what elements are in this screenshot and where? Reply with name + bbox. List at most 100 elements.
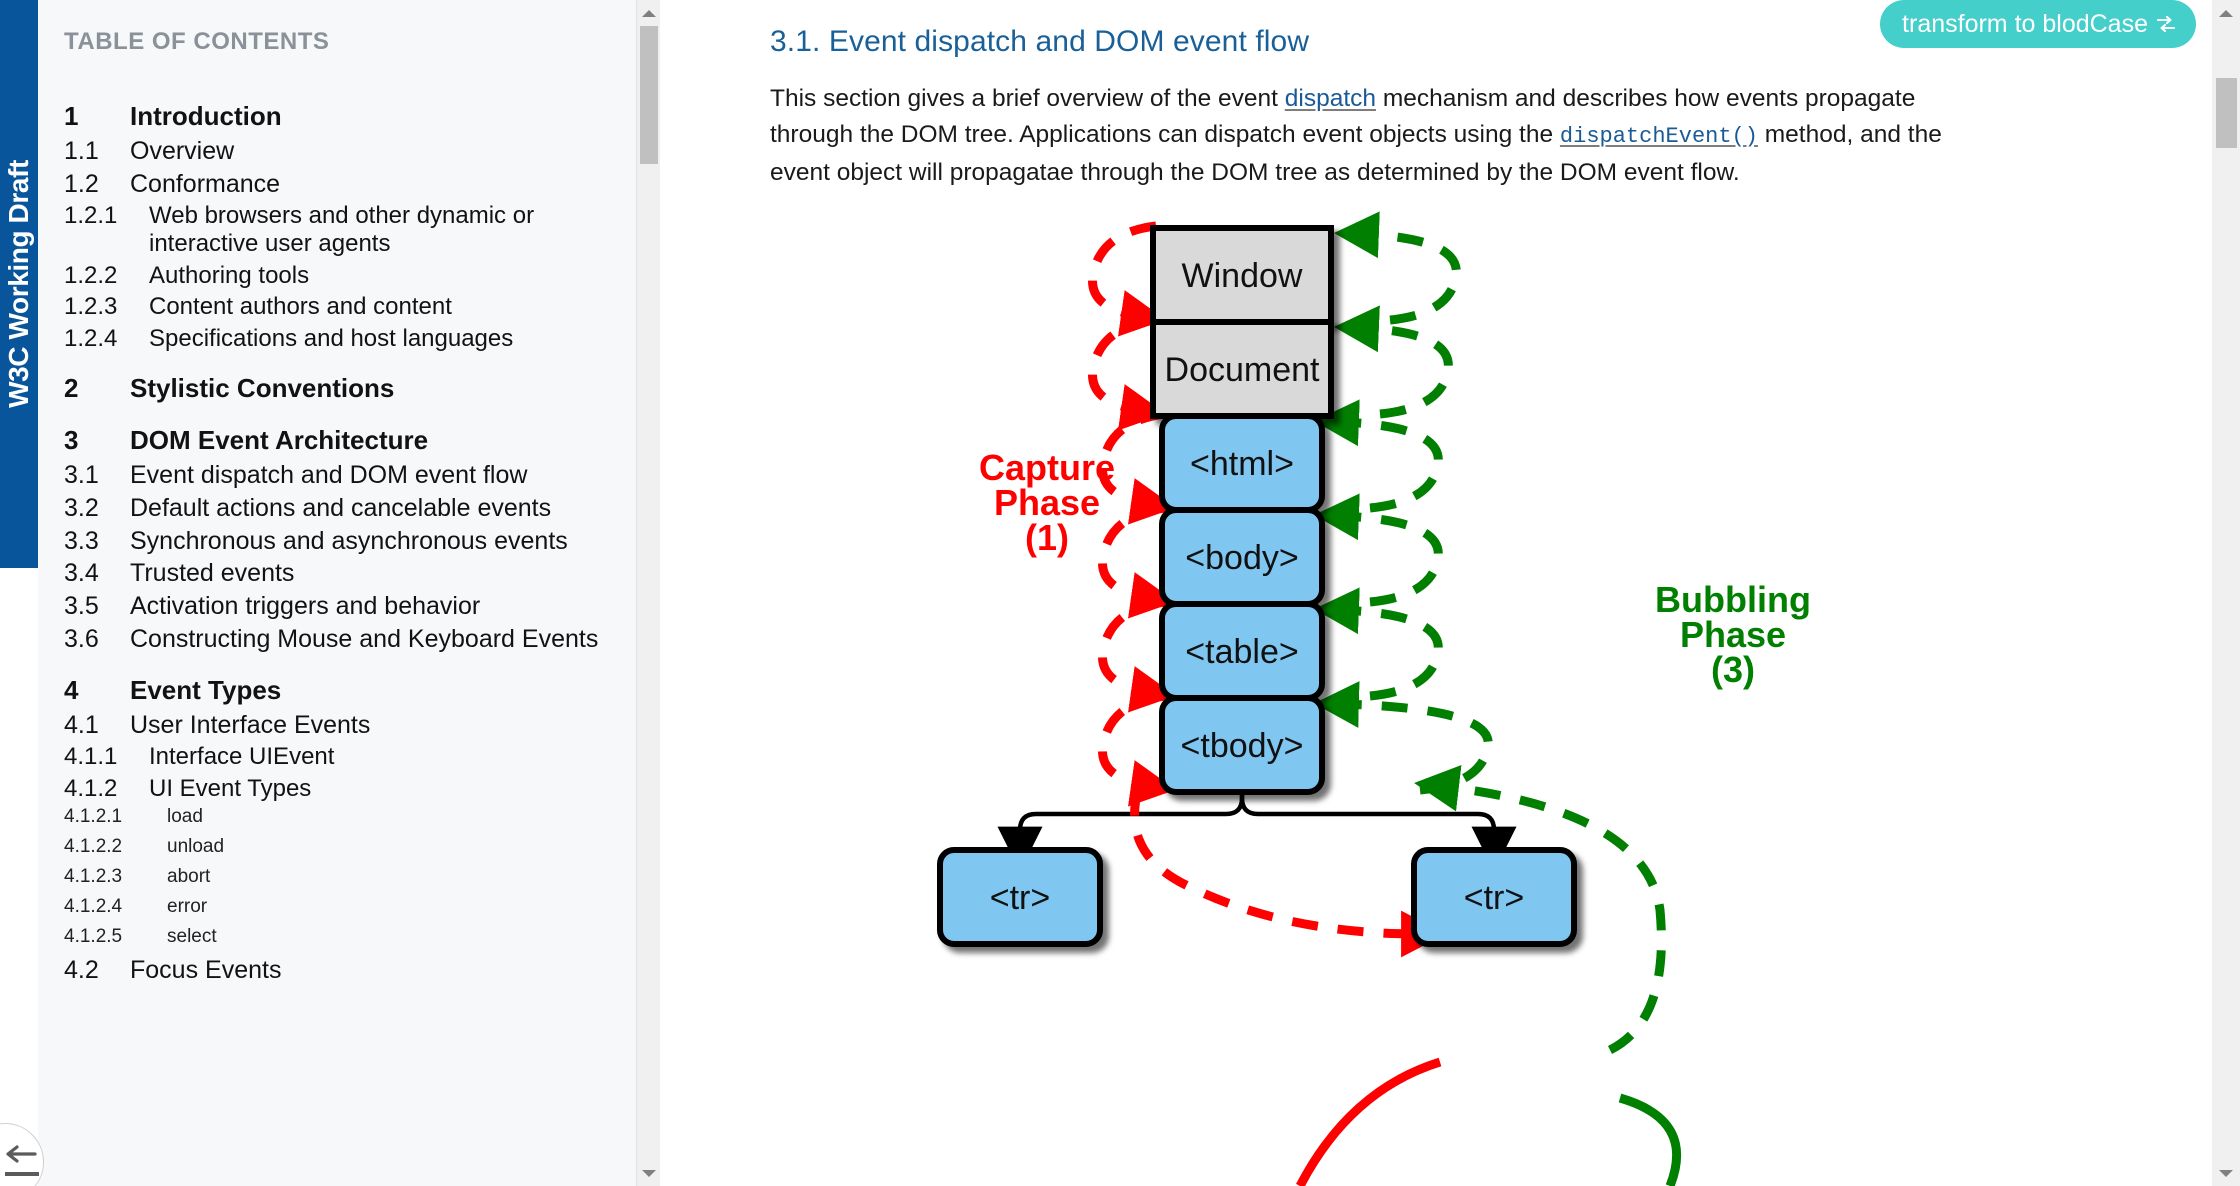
toc-item-number: 4.1.2.4 bbox=[64, 896, 123, 917]
toc-item-number: 4.1.2.3 bbox=[64, 866, 123, 888]
toc-item-label: UI Event Types bbox=[149, 774, 312, 802]
back-arrow-icon bbox=[5, 1142, 43, 1184]
capture-phase-tail bbox=[1296, 1057, 1442, 1186]
toc-item-label: Conformance bbox=[130, 169, 281, 198]
toc-scrollbar[interactable] bbox=[636, 0, 660, 1186]
toc-entry-list: 1 Introduction 1.1 Overview 1.2 Conformance 1.… bbox=[38, 80, 636, 988]
section-paragraph: This section gives a brief overview of t… bbox=[770, 81, 1960, 191]
diagram-node-label: Document bbox=[1165, 351, 1321, 389]
diagram-node-html: <html> bbox=[1159, 413, 1325, 513]
toc-scroll-down-button[interactable] bbox=[637, 1162, 661, 1184]
paragraph-text-part-1: This section gives a brief overview of t… bbox=[770, 84, 1285, 112]
transform-to-blodcase-button[interactable]: transform to blodCase bbox=[1880, 0, 2196, 48]
dom-event-flow-diagram: Window Document <html> <body> <table> <t… bbox=[660, 190, 2212, 1186]
toc-item-3-4[interactable]: 3.4 Trusted events bbox=[38, 559, 636, 588]
toc-scrollbar-thumb[interactable] bbox=[640, 26, 658, 164]
toc-item-1-2-4[interactable]: 1.2.4 Specifications and host languages bbox=[38, 325, 636, 353]
toc-item-label: Event dispatch and DOM event flow bbox=[130, 461, 528, 490]
document-scrollbar-thumb[interactable] bbox=[2216, 78, 2237, 148]
document-scroll-down-button[interactable] bbox=[2212, 1162, 2240, 1184]
diagram-node-label: <tbody> bbox=[1181, 727, 1304, 765]
capture-phase-label: Capture Phase (1) bbox=[979, 447, 1115, 558]
document-scroll-up-button[interactable] bbox=[2212, 2, 2240, 24]
toc-item-3-3[interactable]: 3.3 Synchronous and asynchronous events bbox=[38, 527, 636, 556]
toc-item-1-2[interactable]: 1.2 Conformance bbox=[38, 170, 636, 199]
back-button-underline bbox=[5, 1172, 39, 1176]
toc-item-3-6[interactable]: 3.6 Constructing Mouse and Keyboard Event… bbox=[38, 625, 636, 654]
triangle-up-icon bbox=[2219, 9, 2233, 17]
bubbling-phase-tail bbox=[1618, 1093, 1682, 1186]
toc-item-4-1[interactable]: 4.1 User Interface Events bbox=[38, 711, 636, 740]
dispatch-event-method-link[interactable]: dispatchEvent() bbox=[1560, 124, 1758, 149]
diagram-node-label: <tr> bbox=[1464, 879, 1524, 917]
document-scrollbar[interactable] bbox=[2212, 0, 2240, 1186]
toc-item-label: abort bbox=[167, 866, 211, 888]
diagram-node-label: <html> bbox=[1190, 445, 1294, 483]
toc-scroll-up-button[interactable] bbox=[637, 2, 661, 24]
diagram-node-label: <tr> bbox=[990, 879, 1050, 917]
toc-item-1-2-2[interactable]: 1.2.2 Authoring tools bbox=[38, 262, 636, 290]
toc-item-number: 3.6 bbox=[64, 624, 99, 653]
toc-item-3-1[interactable]: 3.1 Event dispatch and DOM event flow bbox=[38, 461, 636, 490]
toc-item-4-1-2-5[interactable]: 4.1.2.5 select bbox=[38, 926, 636, 948]
toc-item-3[interactable]: 3 DOM Event Architecture bbox=[38, 425, 636, 456]
toc-item-label: Introduction bbox=[130, 101, 282, 131]
toc-item-number: 3.1 bbox=[64, 461, 99, 490]
toc-item-1-2-1[interactable]: 1.2.1 Web browsers and other dynamic or i… bbox=[38, 202, 636, 257]
toc-item-number: 1.2.2 bbox=[64, 261, 118, 289]
diagram-node-tr-right: <tr> bbox=[1411, 847, 1577, 947]
triangle-down-icon bbox=[2219, 1169, 2233, 1177]
toc-item-label: Focus Events bbox=[130, 955, 282, 984]
dispatch-link[interactable]: dispatch bbox=[1285, 85, 1376, 112]
app-root: W3C Working Draft TABLE OF CONTENTS 1 Int… bbox=[0, 0, 2240, 1186]
triangle-up-icon bbox=[642, 9, 656, 17]
toc-item-4-1-2-3[interactable]: 4.1.2.3 abort bbox=[38, 866, 636, 888]
toc-item-label: Constructing Mouse and Keyboard Events bbox=[130, 624, 599, 653]
toc-item-1-1[interactable]: 1.1 Overview bbox=[38, 137, 636, 166]
toc-item-number: 1.2.4 bbox=[64, 324, 118, 352]
capture-phase-line-3: (1) bbox=[1025, 517, 1069, 558]
toc-item-number: 3.2 bbox=[64, 493, 99, 522]
toc-item-number: 4.1.2 bbox=[64, 774, 118, 802]
toc-item-label: load bbox=[167, 806, 203, 828]
toc-item-4-1-2-4[interactable]: 4.1.2.4 error bbox=[38, 896, 636, 918]
bubbling-phase-label: Bubbling Phase (3) bbox=[1655, 579, 1811, 690]
toc-item-number: 2 bbox=[64, 373, 79, 404]
toc-item-4[interactable]: 4 Event Types bbox=[38, 674, 636, 706]
toc-item-label: Interface UIEvent bbox=[149, 743, 335, 771]
toc-item-4-2[interactable]: 4.2 Focus Events bbox=[38, 956, 636, 985]
toc-item-number: 3.3 bbox=[64, 526, 99, 555]
diagram-node-label: Window bbox=[1182, 257, 1303, 295]
toc-item-label: Stylistic Conventions bbox=[130, 373, 395, 404]
toc-item-4-1-1[interactable]: 4.1.1 Interface UIEvent bbox=[38, 743, 636, 771]
diagram-node-window: Window bbox=[1150, 225, 1334, 325]
toc-item-1[interactable]: 1 Introduction bbox=[38, 101, 636, 132]
document-content: 3.1. Event dispatch and DOM event flow T… bbox=[660, 0, 2212, 1186]
toc-item-number: 1.2.3 bbox=[64, 293, 118, 321]
toc-item-label: Trusted events bbox=[130, 559, 295, 588]
toc-item-3-2[interactable]: 3.2 Default actions and cancelable events bbox=[38, 494, 636, 523]
toc-item-4-1-2[interactable]: 4.1.2 UI Event Types bbox=[38, 775, 636, 803]
toc-item-label: Authoring tools bbox=[149, 261, 310, 289]
toc-item-label: Synchronous and asynchronous events bbox=[130, 526, 568, 555]
toc-item-number: 4.2 bbox=[64, 955, 99, 984]
diagram-node-table: <table> bbox=[1159, 601, 1325, 701]
toc-item-label: unload bbox=[167, 836, 225, 858]
toc-item-number: 4.1.2.1 bbox=[64, 806, 123, 828]
toc-item-2[interactable]: 2 Stylistic Conventions bbox=[38, 373, 636, 404]
w3c-banner-label: W3C Working Draft bbox=[3, 160, 34, 408]
toc-item-label: Overview bbox=[130, 136, 235, 165]
w3c-working-draft-banner: W3C Working Draft bbox=[0, 0, 38, 568]
swap-arrows-icon bbox=[2154, 12, 2178, 36]
toc-item-label: Content authors and content bbox=[149, 293, 452, 321]
toc-item-4-1-2-2[interactable]: 4.1.2.2 unload bbox=[38, 836, 636, 858]
toc-item-label: Default actions and cancelable events bbox=[130, 493, 552, 522]
toc-item-number: 3.5 bbox=[64, 592, 99, 621]
toc-item-1-2-3[interactable]: 1.2.3 Content authors and content bbox=[38, 293, 636, 321]
toc-item-number: 4 bbox=[64, 674, 79, 705]
triangle-down-icon bbox=[642, 1169, 656, 1177]
toc-item-label: Web browsers and other dynamic or intera… bbox=[149, 202, 535, 257]
toc-item-4-1-2-1[interactable]: 4.1.2.1 load bbox=[38, 806, 636, 828]
toc-item-3-5[interactable]: 3.5 Activation triggers and behavior bbox=[38, 592, 636, 621]
toc-item-number: 4.1.2.5 bbox=[64, 925, 123, 947]
